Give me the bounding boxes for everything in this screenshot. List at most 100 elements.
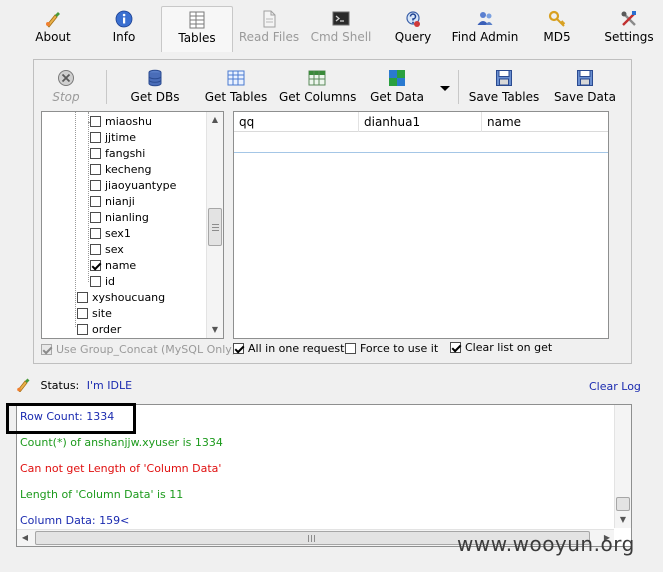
status-bar: Status: I'm IDLE [16, 378, 132, 393]
tab-cmd-shell[interactable]: Cmd Shell [310, 6, 372, 52]
tree-item-table[interactable]: site [77, 306, 112, 322]
column-checkbox[interactable] [90, 260, 101, 271]
tree-item-column[interactable]: jiaoyuantype [90, 178, 176, 194]
tab-settings[interactable]: Settings [604, 6, 654, 52]
scroll-down-icon[interactable]: ▼ [207, 322, 223, 338]
tree-item-column[interactable]: jjtime [90, 130, 136, 146]
tab-tables[interactable]: Tables [161, 6, 233, 52]
save-tables-label: Save Tables [468, 90, 540, 104]
tab-read-files[interactable]: Read Files [237, 6, 301, 52]
log-vertical-scrollbar[interactable]: ▼ [614, 405, 631, 528]
tree-item-column[interactable]: id [90, 274, 115, 290]
column-checkbox[interactable] [90, 276, 101, 287]
tab-label: Cmd Shell [310, 30, 372, 44]
columns-icon [308, 70, 326, 86]
tree-item-table[interactable]: order [77, 322, 121, 338]
tree-item-column[interactable]: kecheng [90, 162, 152, 178]
table-checkbox[interactable] [77, 324, 88, 335]
tree-item-label: kecheng [105, 163, 152, 176]
group-concat-checkbox[interactable] [41, 344, 52, 355]
tree-item-label: id [105, 275, 116, 288]
tree-item-label: site [92, 307, 112, 320]
scroll-thumb[interactable] [616, 497, 630, 511]
grid-row[interactable] [234, 132, 608, 153]
save-data-button[interactable]: Save Data [554, 69, 616, 104]
stop-icon [58, 70, 74, 86]
tree-item-column[interactable]: miaoshu [88, 114, 152, 130]
option-label: All in one request. [248, 342, 348, 355]
grid-column-header[interactable]: dianhua1 [359, 112, 482, 132]
get-columns-button[interactable]: Get Columns [279, 69, 356, 104]
about-icon [46, 12, 60, 28]
log-line: Length of 'Column Data' is 11 [20, 488, 184, 501]
option-label: Use Group_Concat (MySQL Only) [56, 343, 237, 356]
md5-icon [548, 10, 566, 27]
tab-label: Settings [604, 30, 654, 44]
table-checkbox[interactable] [77, 292, 88, 303]
grid-column-header[interactable]: name [482, 112, 608, 132]
force-use-checkbox[interactable] [345, 343, 356, 354]
find-admin-icon [477, 12, 493, 25]
grid-column-header[interactable]: qq [234, 112, 359, 132]
tree-item-table[interactable]: xyshoucuang [77, 290, 165, 306]
tab-find-admin[interactable]: Find Admin [451, 6, 519, 52]
tree-item-label: miaoshu [105, 115, 152, 128]
column-checkbox[interactable] [90, 132, 101, 143]
all-in-one-option[interactable]: All in one request. [233, 342, 348, 355]
tree-item-column[interactable]: name [90, 258, 136, 274]
tab-info[interactable]: Info [104, 6, 144, 52]
info-icon [115, 10, 133, 28]
save-data-label: Save Data [554, 90, 616, 104]
column-checkbox[interactable] [90, 180, 101, 191]
group-concat-option[interactable]: Use Group_Concat (MySQL Only) [41, 343, 236, 356]
tree-item-column[interactable]: sex [90, 242, 124, 258]
tab-label: Info [112, 30, 136, 44]
all-in-one-checkbox[interactable] [233, 343, 244, 354]
column-checkbox[interactable] [90, 228, 101, 239]
tree-scrollbar[interactable]: ▲ ▼ [206, 112, 223, 338]
stop-button[interactable]: Stop [48, 69, 84, 104]
toolbar-separator [458, 70, 459, 104]
column-checkbox[interactable] [90, 116, 101, 127]
tree-item-label: nianji [105, 195, 135, 208]
database-tree[interactable]: miaoshu jjtime fangshi kecheng jiaoyuant… [41, 111, 224, 339]
scroll-up-icon[interactable]: ▲ [207, 112, 223, 128]
table-checkbox[interactable] [77, 308, 88, 319]
tab-label: Tables [178, 31, 216, 45]
log-line: Count(*) of anshanjjw.xyuser is 1334 [20, 436, 223, 449]
save-tables-button[interactable]: Save Tables [468, 69, 540, 104]
tab-about[interactable]: About [28, 6, 78, 52]
get-dbs-button[interactable]: Get DBs [130, 69, 180, 104]
clear-list-option[interactable]: Clear list on get [450, 341, 552, 354]
clear-log-link[interactable]: Clear Log [589, 380, 641, 393]
scroll-left-icon[interactable]: ◀ [17, 530, 33, 546]
scroll-down-icon[interactable]: ▼ [615, 512, 631, 528]
column-checkbox[interactable] [90, 196, 101, 207]
scroll-thumb[interactable] [208, 208, 222, 246]
cmd-shell-icon [332, 11, 350, 26]
status-icon [17, 378, 30, 393]
tree-item-column[interactable]: fangshi [90, 146, 145, 162]
option-label: Clear list on get [465, 341, 553, 354]
get-tables-button[interactable]: Get Tables [204, 69, 268, 104]
tree-item-column[interactable]: nianji [90, 194, 135, 210]
clear-list-checkbox[interactable] [450, 342, 461, 353]
column-checkbox[interactable] [90, 244, 101, 255]
save-icon [496, 70, 512, 86]
tree-item-column[interactable]: nianling [90, 210, 149, 226]
tree-item-column[interactable]: sex1 [90, 226, 131, 242]
tab-query[interactable]: Query [392, 6, 434, 52]
column-checkbox[interactable] [90, 164, 101, 175]
get-data-dropdown[interactable] [438, 81, 452, 95]
tab-md5[interactable]: MD5 [541, 6, 573, 52]
tree-item-label: order [92, 323, 122, 336]
highlight-box [6, 403, 136, 434]
column-checkbox[interactable] [90, 212, 101, 223]
column-checkbox[interactable] [90, 148, 101, 159]
get-data-button[interactable]: Get Data [368, 69, 426, 104]
force-use-option[interactable]: Force to use it [345, 342, 438, 355]
data-grid[interactable]: qq dianhua1 name [233, 111, 609, 339]
grid-header: qq dianhua1 name [234, 112, 608, 132]
tab-label: About [35, 30, 71, 44]
save-icon [577, 70, 593, 86]
